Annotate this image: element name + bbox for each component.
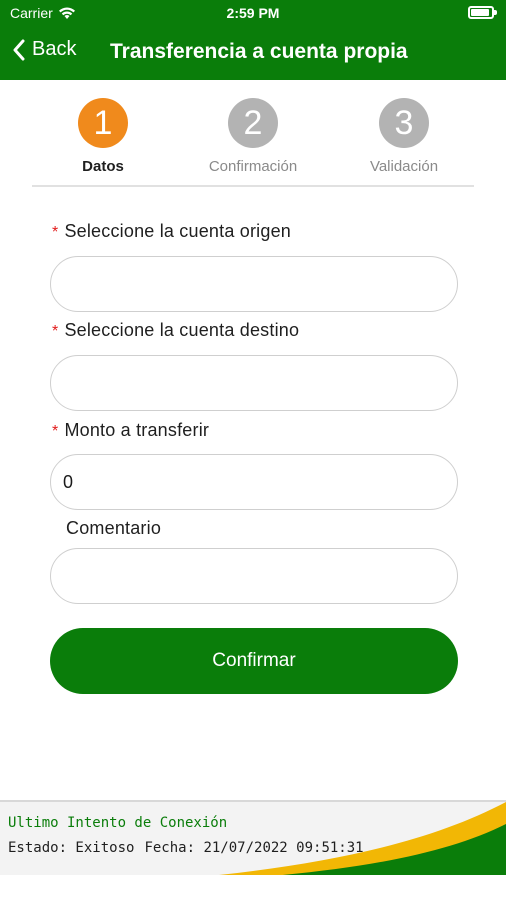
app-header: Carrier 2:59 PM Back Transferencia a cue…	[0, 0, 506, 80]
progress-stepper: 1 Datos 2 Confirmación 3 Validación	[0, 98, 506, 188]
amount-label-text: Monto a transferir	[64, 420, 210, 440]
comment-label: Comentario	[66, 518, 162, 538]
destination-account-label-text: Seleccione la cuenta destino	[64, 320, 300, 340]
required-marker: *	[52, 323, 59, 340]
step-confirmacion: 2 Confirmación	[173, 98, 333, 175]
comment-input[interactable]	[50, 548, 458, 604]
required-marker: *	[52, 423, 59, 440]
step-label: Validación	[369, 158, 439, 175]
back-button[interactable]: Back	[12, 38, 76, 61]
navigation-bar: Back Transferencia a cuenta propia	[0, 30, 506, 76]
last-connection-status: Estado: Exitoso Fecha: 21/07/2022 09:51:3…	[8, 840, 364, 856]
last-connection-title: Ultimo Intento de Conexión	[8, 815, 228, 831]
step-number: 1	[78, 98, 128, 148]
origin-account-label-text: Seleccione la cuenta origen	[64, 221, 291, 241]
step-validacion: 3 Validación	[324, 98, 484, 175]
step-label: Confirmación	[208, 158, 298, 175]
confirm-button[interactable]: Confirmar	[50, 628, 458, 694]
chevron-left-icon	[13, 39, 25, 60]
back-label: Back	[32, 38, 77, 60]
footer-swoosh-decoration	[219, 802, 506, 875]
amount-label: * Monto a transferir	[52, 420, 209, 441]
connection-footer: Ultimo Intento de Conexión Estado: Exito…	[0, 800, 506, 875]
stepper-divider	[32, 185, 474, 187]
amount-input[interactable]	[50, 454, 458, 510]
status-time: 2:59 PM	[226, 5, 280, 21]
step-datos: 1 Datos	[23, 98, 183, 175]
page-title: Transferencia a cuenta propia	[110, 40, 408, 63]
origin-account-select[interactable]	[50, 256, 458, 312]
origin-account-label: * Seleccione la cuenta origen	[52, 221, 291, 242]
destination-account-select[interactable]	[50, 355, 458, 411]
step-number: 2	[228, 98, 278, 148]
battery-icon	[468, 6, 497, 19]
required-marker: *	[52, 224, 59, 241]
step-number: 3	[379, 98, 429, 148]
connection-date: Fecha: 21/07/2022 09:51:31	[144, 840, 364, 856]
step-label: Datos	[82, 158, 124, 175]
connection-state: Estado: Exitoso	[8, 840, 135, 856]
destination-account-label: * Seleccione la cuenta destino	[52, 320, 299, 341]
status-bar: Carrier 2:59 PM	[0, 0, 506, 26]
